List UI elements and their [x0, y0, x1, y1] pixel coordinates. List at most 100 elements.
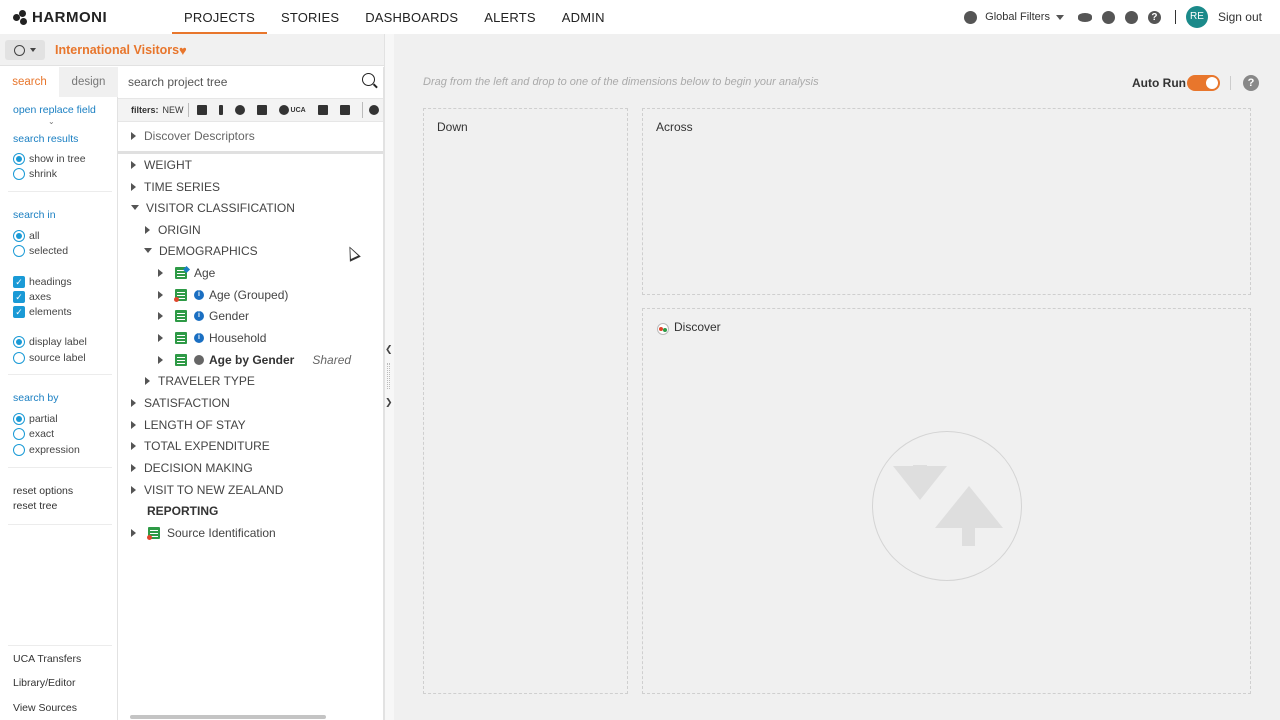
info-icon[interactable]: i [194, 332, 204, 343]
radio-source-label[interactable]: source label [13, 352, 86, 364]
expand-arrow-icon[interactable] [131, 182, 136, 191]
uca-transfers-link[interactable]: UCA Transfers [13, 653, 81, 665]
hierarchy-filter-icon[interactable] [256, 105, 267, 115]
filters-label: filters: [131, 105, 159, 115]
tree-item-total-expenditure[interactable]: TOTAL EXPENDITURE [131, 435, 270, 456]
tree-item-age-by-gender[interactable]: Age by Gender Shared [158, 349, 351, 370]
nav-alerts[interactable]: ALERTS [472, 0, 548, 34]
tree-item-traveler-type[interactable]: TRAVELER TYPE [145, 370, 255, 391]
drop-zone-down[interactable]: Down [423, 108, 628, 694]
tree-item-length-of-stay[interactable]: LENGTH OF STAY [131, 414, 246, 435]
radio-show-in-tree[interactable]: show in tree [13, 153, 86, 165]
chevron-down-icon[interactable]: ⌄ [48, 117, 55, 126]
radio-expression[interactable]: expression [13, 444, 80, 456]
info-icon[interactable]: i [194, 310, 204, 321]
expand-arrow-icon[interactable] [131, 528, 136, 537]
expand-arrow-icon[interactable] [145, 376, 150, 385]
radio-partial[interactable]: partial [13, 413, 58, 425]
expand-arrow-icon[interactable] [158, 290, 163, 299]
tree-horizontal-scrollbar[interactable] [124, 714, 379, 720]
radio-display-label[interactable]: display label [13, 336, 87, 348]
history-button[interactable] [5, 40, 45, 60]
splitter-grip[interactable] [387, 363, 390, 389]
radio-exact[interactable]: exact [13, 428, 54, 440]
drop-zone-across[interactable]: Across [642, 108, 1251, 295]
checkbox-headings[interactable]: ✓ headings [13, 276, 72, 288]
radio-shrink[interactable]: shrink [13, 168, 57, 180]
info-icon[interactable]: i [194, 289, 204, 300]
tree-item-visit-to-new-zealand[interactable]: VISIT TO NEW ZEALAND [131, 479, 283, 500]
avatar[interactable]: RE [1185, 6, 1208, 28]
expand-arrow-icon[interactable] [131, 398, 136, 407]
tree-item-gender[interactable]: i Gender [158, 305, 249, 326]
layout-filter-icon[interactable] [339, 105, 350, 115]
tree-item-satisfaction[interactable]: SATISFACTION [131, 392, 230, 413]
expand-arrow-icon[interactable] [131, 160, 136, 169]
tree-item-reporting[interactable]: REPORTING [134, 500, 218, 521]
expand-arrow-icon[interactable] [131, 485, 136, 494]
nav-projects[interactable]: PROJECTS [172, 0, 267, 34]
brain-icon[interactable] [1101, 10, 1115, 24]
checkbox-elements[interactable]: ✓ elements [13, 306, 72, 318]
tree-search-input[interactable] [128, 73, 348, 91]
eye-icon[interactable] [1077, 12, 1092, 22]
tab-search[interactable]: search [0, 67, 59, 97]
reset-tree-link[interactable]: reset tree [13, 500, 57, 512]
tab-design[interactable]: design [59, 67, 118, 97]
heart-icon[interactable]: ♥ [179, 44, 187, 57]
expand-arrow-icon[interactable] [131, 463, 136, 472]
global-filters-dropdown[interactable]: Global Filters [964, 10, 1064, 24]
project-title[interactable]: International Visitors [55, 43, 179, 57]
help-icon[interactable]: ? [1147, 10, 1161, 24]
tree-item-source-identification[interactable]: Source Identification [131, 522, 276, 543]
uca-filter-button[interactable]: UCA [278, 105, 306, 115]
library-editor-link[interactable]: Library/Editor [13, 677, 75, 689]
search-icon[interactable] [362, 73, 375, 86]
nav-admin[interactable]: ADMIN [550, 0, 617, 34]
reset-options-link[interactable]: reset options [13, 485, 73, 497]
scrollbar-thumb[interactable] [130, 715, 326, 719]
visibility-filter-icon[interactable] [368, 105, 379, 115]
tree-item-household[interactable]: i Household [158, 327, 266, 348]
nav-stories[interactable]: STORIES [269, 0, 351, 34]
collapse-arrow-icon[interactable] [131, 205, 139, 210]
tree-item-discover-descriptors[interactable]: Discover Descriptors [131, 125, 255, 146]
expand-arrow-icon[interactable] [158, 311, 163, 320]
location-filter-icon[interactable] [234, 105, 245, 115]
grid-filter-icon[interactable] [196, 105, 207, 115]
folder-filter-icon[interactable] [317, 105, 328, 115]
expand-arrow-icon[interactable] [131, 441, 136, 450]
expand-arrow-icon[interactable] [158, 268, 163, 277]
tree-item-visitor-classification[interactable]: VISITOR CLASSIFICATION [131, 197, 295, 218]
open-replace-field-link[interactable]: open replace field [13, 104, 96, 116]
zone-label: Across [656, 120, 693, 134]
tree-item-demographics[interactable]: DEMOGRAPHICS [144, 240, 258, 261]
tree-item-origin[interactable]: ORIGIN [145, 219, 201, 240]
collapse-left-icon[interactable]: ❮ [385, 344, 393, 355]
sign-out-link[interactable]: Sign out [1218, 10, 1262, 24]
radio-selected[interactable]: selected [13, 245, 68, 257]
drop-zone-discover[interactable]: Discover [642, 308, 1251, 694]
filter-new-button[interactable]: NEW [163, 103, 189, 117]
tree-item-decision-making[interactable]: DECISION MAKING [131, 457, 253, 478]
view-sources-link[interactable]: View Sources [13, 702, 77, 714]
contrast-icon[interactable] [1124, 10, 1138, 24]
tree-item-age-grouped[interactable]: i Age (Grouped) [158, 284, 288, 305]
tree-item-time-series[interactable]: TIME SERIES [131, 176, 220, 197]
help-icon[interactable]: ? [1243, 75, 1259, 91]
nav-dashboards[interactable]: DASHBOARDS [353, 0, 470, 34]
expand-arrow-icon[interactable] [158, 333, 163, 342]
expand-arrow-icon[interactable] [131, 131, 136, 140]
radio-all[interactable]: all [13, 230, 40, 242]
expand-arrow-icon[interactable] [131, 420, 136, 429]
expand-arrow-icon[interactable] [158, 355, 163, 364]
column-filter-icon[interactable] [218, 105, 223, 115]
tree-item-weight[interactable]: WEIGHT [131, 154, 192, 175]
collapse-arrow-icon[interactable] [144, 248, 152, 253]
tree-item-age[interactable]: Age [158, 262, 215, 283]
expand-right-icon[interactable]: ❯ [385, 397, 393, 408]
expand-arrow-icon[interactable] [145, 225, 150, 234]
harmoni-logo[interactable]: HARMONI [13, 9, 107, 26]
auto-run-toggle[interactable] [1187, 75, 1220, 91]
checkbox-axes[interactable]: ✓ axes [13, 291, 51, 303]
